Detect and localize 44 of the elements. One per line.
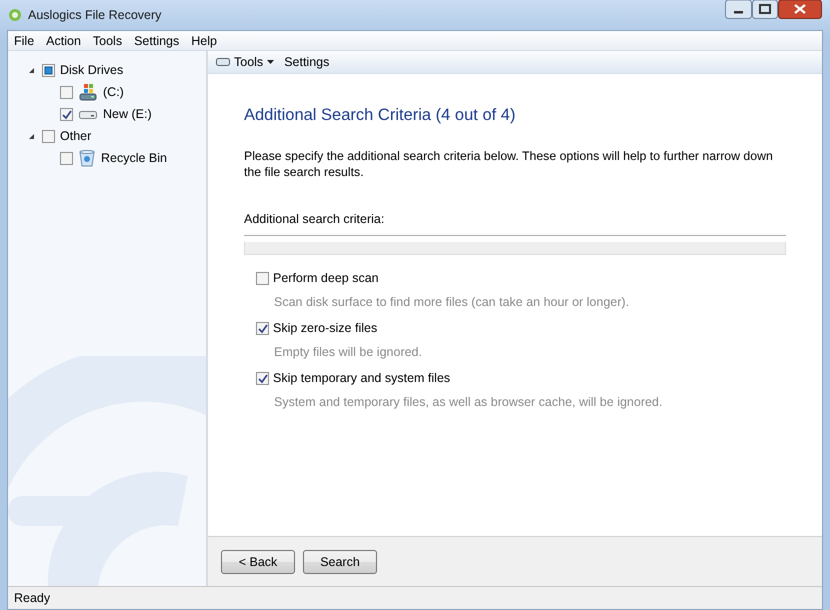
option-label[interactable]: Perform deep scan xyxy=(273,271,379,285)
tree-item[interactable]: Disk Drives xyxy=(60,63,124,77)
tree-item[interactable]: New (E:) xyxy=(103,107,152,121)
expand-arrow-icon[interactable] xyxy=(28,66,35,74)
option-label[interactable]: Skip zero-size files xyxy=(273,321,378,335)
recycle-bin-icon xyxy=(79,150,95,166)
minimize-button[interactable] xyxy=(725,0,752,19)
maximize-button[interactable] xyxy=(752,0,778,19)
checkbox[interactable] xyxy=(256,272,269,284)
app-icon xyxy=(8,8,22,22)
wizard-button[interactable]: < Back xyxy=(221,550,295,574)
wizard-button[interactable]: Search xyxy=(303,550,377,574)
option-label[interactable]: Skip temporary and system files xyxy=(273,371,450,385)
menu-item[interactable]: Tools xyxy=(86,34,128,48)
toolbar-button[interactable]: Settings xyxy=(284,55,330,69)
drive-icon xyxy=(79,84,97,100)
option-description: Empty files will be ignored. xyxy=(274,345,423,359)
close-button[interactable] xyxy=(778,0,822,19)
checkbox[interactable] xyxy=(42,130,55,142)
window-title: Auslogics File Recovery xyxy=(28,8,162,22)
checkbox[interactable] xyxy=(60,86,73,98)
menu-item[interactable]: File xyxy=(8,34,40,48)
expand-arrow-icon[interactable] xyxy=(28,132,35,140)
checkbox[interactable] xyxy=(60,108,73,120)
menu-item[interactable]: Action xyxy=(40,34,87,48)
caret-icon xyxy=(267,60,274,64)
tree-item[interactable]: Other xyxy=(60,129,92,143)
drive-icon xyxy=(216,58,230,66)
page-heading: Additional Search Criteria (4 out of 4) xyxy=(244,106,516,125)
drive-icon xyxy=(79,109,97,119)
menu-item[interactable]: Help xyxy=(185,34,223,48)
section-label: Additional search criteria: xyxy=(244,212,384,226)
tree-item[interactable]: Recycle Bin xyxy=(101,151,167,165)
tools-menu-button[interactable]: Tools xyxy=(216,55,274,69)
checkbox[interactable] xyxy=(42,64,55,76)
option-description: System and temporary files, as well as browser cache, will be ignored. xyxy=(274,395,664,409)
intro-text: Please specify the additional search criteria below. These options will help to further narrow down the file search results. xyxy=(244,148,774,180)
menu-item[interactable]: Settings xyxy=(128,34,186,48)
status-text: Ready xyxy=(14,591,50,605)
tree-item[interactable]: (C:) xyxy=(103,85,124,99)
option-description: Scan disk surface to find more files (can take an hour or longer). xyxy=(274,295,630,309)
checkbox[interactable] xyxy=(256,372,269,384)
checkbox[interactable] xyxy=(256,322,269,334)
checkbox[interactable] xyxy=(60,152,73,164)
